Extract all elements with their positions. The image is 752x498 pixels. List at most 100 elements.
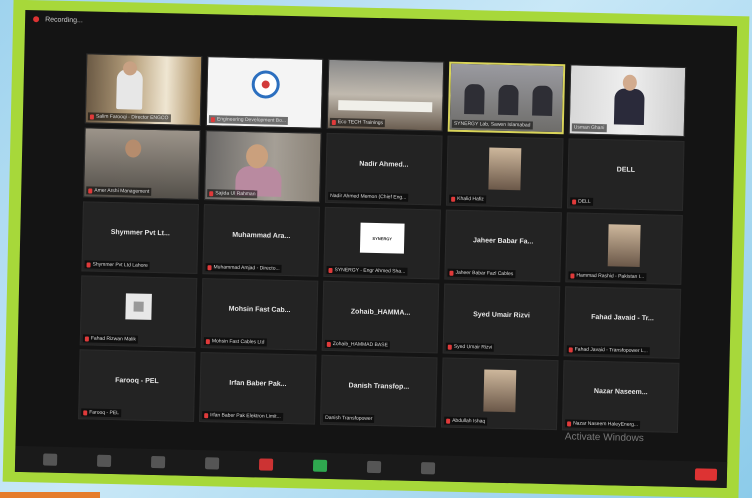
participant-name-label: Danish Transfopower <box>323 413 375 424</box>
participant-tile[interactable]: Amer Arshi Management <box>83 127 201 200</box>
mic-muted-icon <box>570 272 575 279</box>
mic-muted-icon <box>446 418 451 424</box>
mic-muted-icon <box>331 119 336 125</box>
participant-display-name: Nazar Naseem... <box>593 387 648 397</box>
participant-tile[interactable]: Syed Umair Rizvi Syed Umair Rizvi <box>442 283 561 357</box>
participant-name-label: Muhammad Amjad - Directo... <box>205 263 282 273</box>
participant-tile[interactable]: SYNERGY SYNERGY - Engr Ahmed Sha... <box>323 206 441 280</box>
participant-tile[interactable]: Eco TECH Trainings <box>326 58 445 132</box>
participant-name-label: SYNERGY - Engr Ahmed Sha... <box>326 265 408 276</box>
participant-tile[interactable]: Nazar Naseem... Nazar Naseem HaleyEnerg.… <box>561 360 680 433</box>
participant-display-name: Danish Transfop... <box>348 382 410 391</box>
participant-display-name: Syed Umair Rizvi <box>473 311 531 320</box>
participant-display-name: Irfan Baber Pak... <box>229 379 287 389</box>
participant-name-label: Mohsin Fast Cables Ltd <box>203 337 267 347</box>
participant-tile[interactable]: Nadir Ahmed... Nadir Ahmed Memon (Chief … <box>325 132 443 206</box>
mic-muted-icon <box>86 261 91 268</box>
participant-tile[interactable]: Abdullah Ishaq <box>440 357 559 431</box>
end-meeting-button[interactable] <box>694 468 718 481</box>
participant-name-label: Nazar Naseem HaleyEnerg... <box>565 419 641 430</box>
meeting-toolbar <box>14 445 728 489</box>
mute-icon[interactable] <box>43 453 58 466</box>
share-screen-icon[interactable] <box>312 459 328 472</box>
participant-tile[interactable]: Muhammad Ara... Muhammad Amjad - Directo… <box>202 204 320 277</box>
participant-tile[interactable]: Khalid Hafiz <box>446 135 564 209</box>
participant-logo <box>125 293 152 320</box>
meeting-screen: Recording... Salim Farooqi - Director EN… <box>14 9 738 489</box>
recording-icon <box>33 16 40 23</box>
mic-muted-icon <box>328 267 333 273</box>
participant-display-name: DELL <box>616 166 636 174</box>
mic-muted-icon <box>210 116 215 122</box>
participant-name-label: Nadir Ahmed Memon (Chief Eng... <box>328 191 409 202</box>
mic-muted-icon <box>88 187 93 194</box>
mic-muted-icon <box>567 420 572 426</box>
participant-name-label: Syed Umair Rizvi <box>445 342 495 352</box>
participant-tile[interactable]: Jaheer Babar Fa... Jaheer Babar Fazl Cab… <box>444 209 562 283</box>
participant-display-name: Shymmer Pvt Lt... <box>110 228 170 238</box>
active-speaker-tile[interactable]: SYNERGY Lab, Sawen Islamabad <box>447 61 566 135</box>
mic-muted-icon <box>447 344 452 350</box>
participant-photo <box>488 147 522 191</box>
mic-muted-icon <box>451 196 456 202</box>
participant-display-name: Jaheer Babar Fa... <box>472 237 534 246</box>
participant-tile[interactable]: Usman Ghani <box>568 64 687 137</box>
mic-muted-icon <box>204 412 209 418</box>
participant-name-label: DELL <box>570 197 593 206</box>
title-bar: Recording... <box>25 10 737 44</box>
participant-name-label: Farooq - PEL <box>81 408 122 418</box>
video-icon[interactable] <box>96 454 112 468</box>
mic-muted-icon <box>568 346 573 352</box>
chat-icon[interactable] <box>258 458 274 471</box>
mic-muted-icon <box>84 335 89 342</box>
participant-tile[interactable]: Fahad Javaid - Tr... Fahad Javaid - Tran… <box>563 286 682 359</box>
participant-photo <box>607 224 641 267</box>
participant-display-name: Zohaib_HAMMA... <box>350 308 411 317</box>
participant-display-name: Fahad Javaid - Tr... <box>591 313 654 323</box>
participant-grid: Salim Farooqi - Director ENGCO Engineeri… <box>78 53 687 439</box>
participant-tile[interactable]: DELL DELL <box>566 138 685 211</box>
participant-name-label: Sajida Ul Rahman <box>207 189 258 199</box>
participant-name-label: Hammad Rashid - Pakistan I... <box>568 271 647 282</box>
participant-tile[interactable]: Engineering Development Bo... <box>205 56 324 129</box>
participant-name-label: Irfan Baber Pak Elektron Limit... <box>202 411 283 421</box>
participant-name-label: Eco TECH Trainings <box>329 117 386 128</box>
participant-display-name: Mohsin Fast Cab... <box>228 305 291 315</box>
participant-tile[interactable]: Fahad Rizwan Malik <box>79 275 198 348</box>
participant-display-name: Muhammad Ara... <box>232 231 291 241</box>
recording-label: Recording... <box>45 15 83 24</box>
mic-muted-icon <box>209 190 214 196</box>
participant-tile[interactable]: Mohsin Fast Cab... Mohsin Fast Cables Lt… <box>200 278 319 351</box>
mic-muted-icon <box>572 198 577 205</box>
participant-display-name: Nadir Ahmed... <box>359 160 409 169</box>
participant-tile[interactable]: Hammad Rashid - Pakistan I... <box>565 212 683 285</box>
mic-muted-icon <box>449 270 454 276</box>
participant-name-label: Zohaib_HAMMAD BASE <box>324 339 390 350</box>
participant-photo <box>483 369 517 413</box>
participant-logo: SYNERGY <box>359 222 405 254</box>
security-icon[interactable] <box>150 455 166 469</box>
participant-name-label: Usman Ghani <box>571 123 607 133</box>
reactions-icon[interactable] <box>420 462 436 475</box>
participant-tile[interactable]: Sajida Ul Rahman <box>204 130 322 203</box>
participant-name-label: Khalid Hafiz <box>449 194 486 204</box>
participant-name-label: Fahad Rizwan Malik <box>82 334 139 344</box>
participant-tile[interactable]: Danish Transfop... Danish Transfopower <box>319 354 438 428</box>
participant-name-label: Amer Arshi Management <box>86 186 152 196</box>
photo-frame: Recording... Salim Farooqi - Director EN… <box>2 0 750 498</box>
mic-muted-icon <box>89 113 94 120</box>
mic-muted-icon <box>83 409 88 415</box>
participant-tile[interactable]: Shymmer Pvt Lt... Shymmer Pvt Ltd Lahore <box>81 201 199 274</box>
participant-tile[interactable]: Farooq - PEL Farooq - PEL <box>78 349 196 422</box>
orange-strip <box>0 492 100 498</box>
mic-muted-icon <box>326 341 331 347</box>
mic-muted-icon <box>207 264 212 270</box>
participant-name-label: Fahad Javaid - Transfopower L... <box>566 345 650 356</box>
participant-tile[interactable]: Salim Farooqi - Director ENGCO <box>84 53 203 126</box>
participant-tile[interactable]: Irfan Baber Pak... Irfan Baber Pak Elekt… <box>199 352 317 425</box>
participant-name-label: Jaheer Babar Fazl Cables <box>447 268 516 279</box>
record-icon[interactable] <box>366 460 382 474</box>
participant-display-name: Farooq - PEL <box>115 377 159 386</box>
participants-icon[interactable] <box>204 457 220 470</box>
participant-tile[interactable]: Zohaib_HAMMA... Zohaib_HAMMAD BASE <box>321 280 440 354</box>
